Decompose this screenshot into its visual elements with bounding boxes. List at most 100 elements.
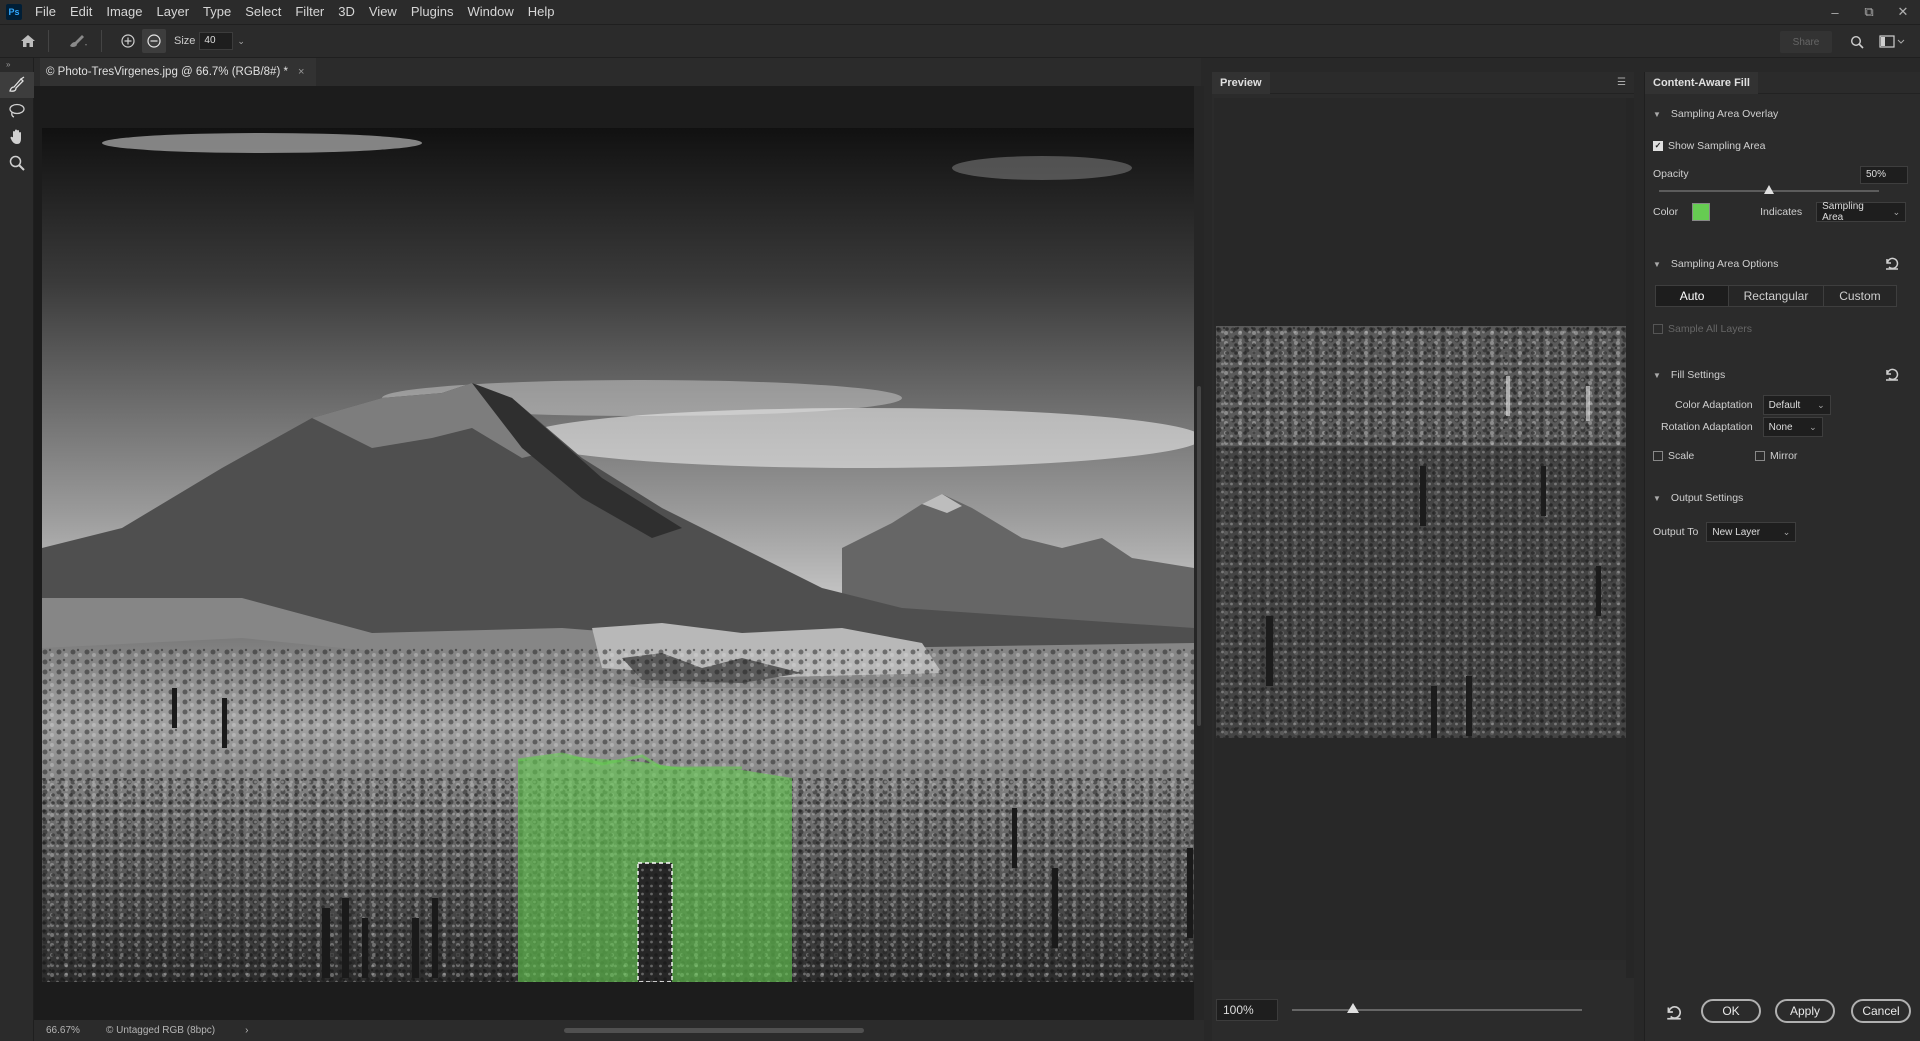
- section-title: Sampling Area Options: [1670, 258, 1779, 270]
- sampling-brush-tool-icon[interactable]: [0, 72, 34, 98]
- preview-viewport[interactable]: [1214, 98, 1626, 960]
- zoom-tool-icon[interactable]: [0, 150, 34, 176]
- color-adaptation-dropdown[interactable]: Default ⌄: [1762, 395, 1831, 415]
- workspace-icon[interactable]: [1876, 31, 1908, 53]
- lasso-tool-icon[interactable]: [0, 98, 34, 124]
- sampling-rectangular-button[interactable]: Rectangular: [1729, 286, 1824, 306]
- mirror-row[interactable]: Mirror: [1755, 450, 1797, 462]
- separator: [101, 30, 102, 52]
- sampling-options-section[interactable]: ▼ Sampling Area Options: [1653, 258, 1911, 270]
- preview-panel: Preview ☰ 100%: [1212, 71, 1634, 1041]
- rotation-adaptation-dropdown[interactable]: None ⌄: [1762, 417, 1823, 437]
- collapse-arrows-icon[interactable]: »: [0, 58, 33, 72]
- menu-select[interactable]: Select: [238, 0, 288, 24]
- search-icon[interactable]: [1846, 31, 1868, 53]
- fill-settings-section[interactable]: ▼ Fill Settings: [1653, 369, 1725, 381]
- opacity-slider[interactable]: [1659, 185, 1879, 194]
- canvas-vertical-scrollbar[interactable]: [1194, 86, 1204, 1020]
- document-tab[interactable]: © Photo-TresVirgenes.jpg @ 66.7% (RGB/8#…: [40, 58, 317, 86]
- menu-window[interactable]: Window: [460, 0, 520, 24]
- preview-zoom-input[interactable]: 100%: [1216, 999, 1278, 1021]
- chevron-down-icon[interactable]: ▼: [1653, 371, 1661, 380]
- sampling-auto-button[interactable]: Auto: [1656, 286, 1730, 306]
- chevron-down-icon[interactable]: ⌄: [237, 36, 245, 47]
- tool-bar: »: [0, 58, 34, 1041]
- menu-filter[interactable]: Filter: [288, 0, 331, 24]
- indicates-dropdown[interactable]: Sampling Area ⌄: [1816, 201, 1907, 223]
- sampling-custom-button[interactable]: Custom: [1823, 286, 1896, 306]
- canvas-area[interactable]: [34, 86, 1194, 1020]
- chevron-down-icon[interactable]: ▼: [1653, 260, 1661, 269]
- document-tab-bar: © Photo-TresVirgenes.jpg @ 66.7% (RGB/8#…: [34, 58, 1201, 86]
- hand-tool-icon[interactable]: [0, 124, 34, 150]
- document-photo[interactable]: [42, 128, 1194, 982]
- zoom-level[interactable]: 66.67%: [34, 1025, 94, 1036]
- cancel-button[interactable]: Cancel: [1851, 999, 1911, 1023]
- output-to-value: New Layer: [1712, 526, 1761, 538]
- show-sampling-area-row[interactable]: ✓ Show Sampling Area: [1653, 140, 1765, 152]
- brush-size-input[interactable]: 40: [199, 32, 234, 50]
- apply-button[interactable]: Apply: [1775, 999, 1835, 1023]
- brush-tool-icon[interactable]: [63, 29, 93, 53]
- slider-knob[interactable]: [1764, 185, 1774, 194]
- scale-row[interactable]: Scale: [1653, 450, 1694, 462]
- minimize-button[interactable]: –: [1818, 0, 1852, 24]
- reset-icon[interactable]: [1884, 255, 1900, 271]
- sampling-overlay-section[interactable]: ▼ Sampling Area Overlay: [1653, 108, 1778, 120]
- caf-header: Content-Aware Fill: [1645, 72, 1920, 94]
- output-to-row: Output To New Layer ⌄: [1653, 522, 1797, 542]
- chevron-down-icon[interactable]: ▼: [1653, 110, 1661, 119]
- menu-image[interactable]: Image: [99, 0, 149, 24]
- home-icon[interactable]: [16, 29, 40, 53]
- chevron-down-icon[interactable]: ▼: [1653, 494, 1661, 503]
- restore-button[interactable]: ⧉: [1852, 0, 1886, 24]
- add-mode-icon[interactable]: [116, 29, 140, 53]
- close-window-button[interactable]: ✕: [1886, 0, 1920, 24]
- ok-button[interactable]: OK: [1701, 999, 1761, 1023]
- output-to-dropdown[interactable]: New Layer ⌄: [1706, 522, 1797, 542]
- preview-header: Preview ☰: [1212, 71, 1634, 94]
- subtract-mode-icon[interactable]: [142, 29, 166, 53]
- chevron-right-icon[interactable]: ›: [245, 1025, 248, 1036]
- panel-menu-icon[interactable]: ☰: [1617, 77, 1626, 88]
- menu-layer[interactable]: Layer: [150, 0, 197, 24]
- menu-type[interactable]: Type: [196, 0, 238, 24]
- output-settings-section[interactable]: ▼ Output Settings: [1653, 492, 1743, 504]
- show-sampling-area-checkbox[interactable]: ✓: [1653, 141, 1663, 151]
- caf-title[interactable]: Content-Aware Fill: [1645, 72, 1758, 94]
- menu-file[interactable]: File: [28, 0, 63, 24]
- preview-footer: 100%: [1212, 990, 1634, 1030]
- color-row: Color Indicates Sampling Area ⌄: [1653, 201, 1907, 223]
- menu-plugins[interactable]: Plugins: [404, 0, 461, 24]
- opacity-input[interactable]: 50%: [1860, 166, 1908, 184]
- opacity-row: Opacity: [1653, 168, 1689, 180]
- output-to-label: Output To: [1653, 526, 1699, 538]
- slider-knob[interactable]: [1346, 1003, 1359, 1013]
- overlay-color-swatch[interactable]: [1692, 203, 1711, 221]
- reset-icon[interactable]: [1884, 366, 1900, 382]
- caf-footer: OK Apply Cancel: [1645, 990, 1920, 1030]
- chevron-down-icon: ⌄: [1809, 421, 1817, 432]
- menu-3d[interactable]: 3D: [331, 0, 362, 24]
- preview-title[interactable]: Preview: [1212, 71, 1270, 94]
- mirror-checkbox[interactable]: [1755, 451, 1765, 461]
- canvas-horizontal-scrollbar[interactable]: [274, 1025, 1174, 1035]
- preview-image[interactable]: [1216, 326, 1626, 738]
- scale-checkbox[interactable]: [1653, 451, 1663, 461]
- preview-zoom-slider[interactable]: [1292, 1003, 1582, 1013]
- rotation-adaptation-label: Rotation Adaptation: [1661, 421, 1753, 433]
- preview-scrollbar[interactable]: [1626, 98, 1634, 978]
- menu-help[interactable]: Help: [521, 0, 562, 24]
- color-label: Color: [1653, 206, 1679, 218]
- rotation-adaptation-row: Rotation Adaptation None ⌄: [1661, 417, 1823, 437]
- reset-all-icon[interactable]: [1665, 1003, 1683, 1021]
- close-icon[interactable]: ×: [298, 66, 304, 78]
- share-button[interactable]: Share: [1780, 31, 1832, 53]
- menu-view[interactable]: View: [362, 0, 404, 24]
- menu-edit[interactable]: Edit: [63, 0, 99, 24]
- show-sampling-area-label: Show Sampling Area: [1668, 140, 1766, 152]
- section-title: Sampling Area Overlay: [1670, 108, 1779, 120]
- window-controls: – ⧉ ✕: [1818, 0, 1920, 24]
- opacity-label: Opacity: [1653, 168, 1689, 180]
- status-bar: 66.67% © Untagged RGB (8bpc) ›: [34, 1020, 1204, 1041]
